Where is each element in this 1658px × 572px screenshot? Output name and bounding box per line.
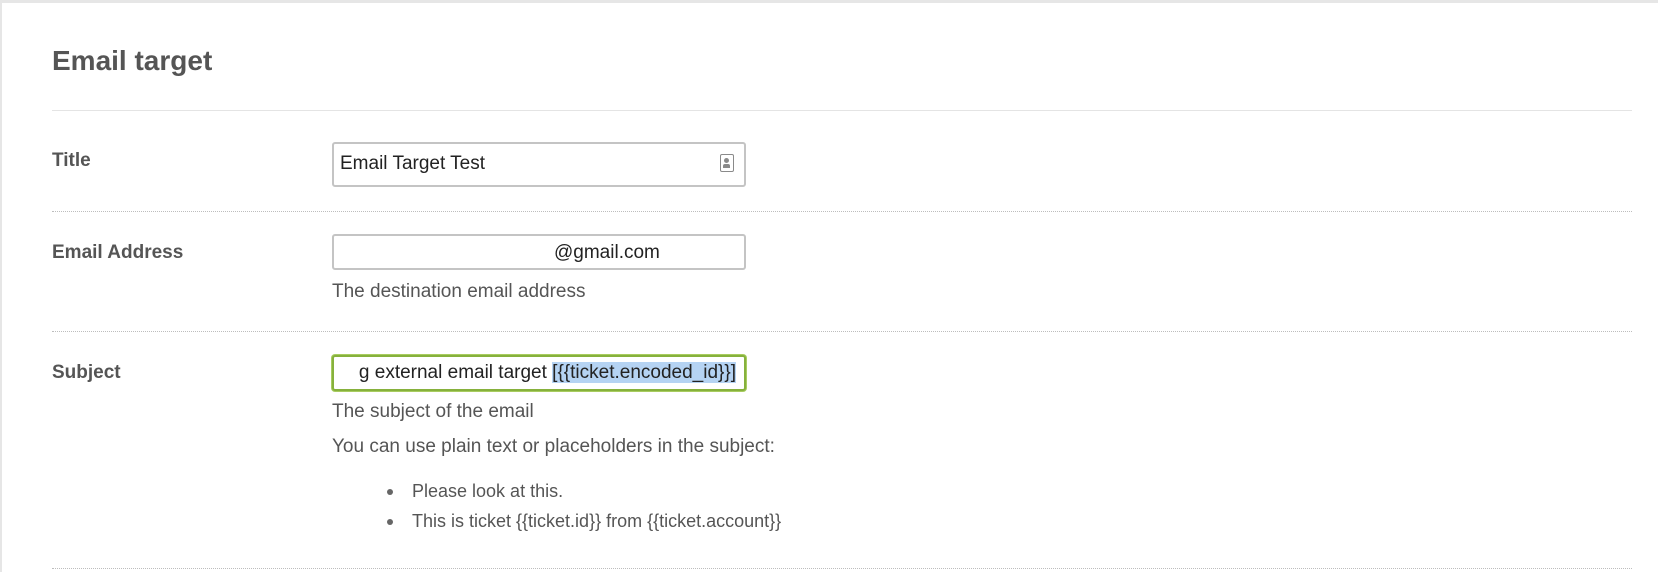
email-address-input[interactable]: @gmail.com bbox=[332, 234, 746, 270]
email-address-help: The destination email address bbox=[332, 281, 586, 302]
row-divider bbox=[52, 331, 1632, 332]
subject-value-selection: [{{ticket.encoded_id}}] bbox=[552, 362, 736, 383]
title-input[interactable]: Email Target Test bbox=[332, 142, 746, 187]
subject-input-text: g external email target [{{ticket.encode… bbox=[359, 362, 736, 384]
title-divider bbox=[52, 110, 1632, 111]
title-label: Title bbox=[52, 150, 91, 171]
email-target-panel: Email target Title Email Target Test Ema… bbox=[0, 0, 1658, 572]
subject-value-prefix: g external email target bbox=[358, 362, 553, 383]
row-divider bbox=[52, 211, 1632, 212]
contact-card-icon[interactable] bbox=[720, 154, 734, 172]
list-item: Please look at this. bbox=[386, 476, 781, 506]
subject-placeholder-hint: You can use plain text or placeholders i… bbox=[332, 436, 775, 457]
email-address-label: Email Address bbox=[52, 242, 184, 263]
email-address-value: @gmail.com bbox=[554, 242, 660, 263]
subject-help: The subject of the email bbox=[332, 401, 534, 422]
subject-label: Subject bbox=[52, 362, 121, 383]
list-item: This is ticket {{ticket.id}} from {{tick… bbox=[386, 506, 781, 536]
subject-examples-list: Please look at this. This is ticket {{ti… bbox=[332, 476, 781, 536]
row-divider bbox=[52, 568, 1632, 569]
subject-input[interactable]: g external email target [{{ticket.encode… bbox=[332, 355, 746, 391]
title-input-value: Email Target Test bbox=[340, 153, 486, 174]
page-title: Email target bbox=[52, 45, 213, 76]
